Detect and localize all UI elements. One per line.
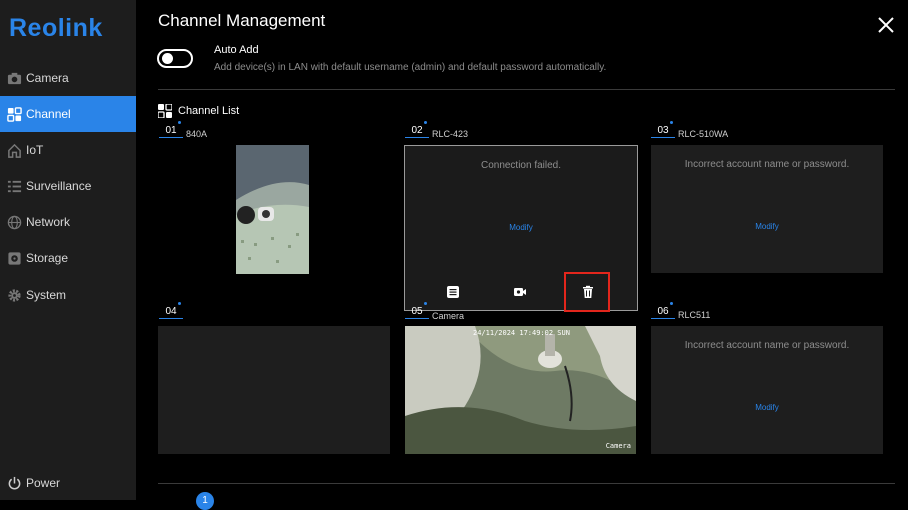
- feed-timestamp: 24/11/2024 17:49:02 SUN: [473, 329, 570, 337]
- grid-icon: [6, 106, 22, 122]
- channel-number: 04: [159, 302, 183, 319]
- tile-status-message: Incorrect account name or password.: [684, 159, 850, 170]
- channel-number: 03: [651, 121, 675, 138]
- sidebar-item-label: Network: [26, 215, 71, 229]
- sidebar-item-label: Surveillance: [26, 179, 92, 193]
- video-settings-button[interactable]: [511, 283, 529, 301]
- toggle-knob: [162, 53, 173, 64]
- tile-status-message: Incorrect account name or password.: [684, 340, 850, 351]
- auto-add-label: Auto Add: [214, 44, 259, 56]
- details-icon: [447, 286, 459, 298]
- home-icon: [6, 142, 22, 158]
- sidebar-item-camera[interactable]: Camera: [0, 60, 136, 96]
- channel-list-title: Channel List: [178, 105, 240, 117]
- channel-tile-06[interactable]: Incorrect account name or password. Modi…: [651, 326, 883, 454]
- channel-tile-01[interactable]: [236, 145, 309, 274]
- channel-name: RLC511: [678, 310, 711, 320]
- channel-number: 02: [405, 121, 429, 138]
- reolink-logo: Reolink: [9, 14, 103, 42]
- channel-number: 01: [159, 121, 183, 138]
- channel-tile-05[interactable]: 24/11/2024 17:49:02 SUN Camera: [405, 326, 636, 454]
- channel-list-heading: Channel List: [158, 104, 239, 118]
- details-button[interactable]: [444, 283, 462, 301]
- delete-highlight-box: [564, 272, 610, 312]
- sidebar: Reolink Camera Channel IoT Surveillance …: [0, 0, 136, 500]
- modify-link[interactable]: Modify: [651, 403, 883, 412]
- channel-name: Camera: [432, 311, 465, 321]
- sidebar-item-network[interactable]: Network: [0, 204, 136, 240]
- power-icon: [6, 475, 22, 491]
- video-icon: [514, 288, 526, 296]
- camera-feed-image: [405, 326, 636, 454]
- sidebar-item-label: Camera: [26, 71, 69, 85]
- camera-feed-image: [236, 145, 309, 274]
- auto-add-toggle[interactable]: [157, 49, 193, 68]
- channel-name: RLC-510WA: [678, 129, 729, 139]
- channel-tile-03[interactable]: Incorrect account name or password. Modi…: [651, 145, 883, 273]
- sidebar-item-label: IoT: [26, 143, 44, 157]
- sidebar-item-system[interactable]: System: [0, 277, 136, 313]
- sidebar-item-label: System: [26, 288, 67, 302]
- channel-number: 05: [405, 302, 429, 319]
- close-icon: [878, 17, 894, 33]
- modify-link[interactable]: Modify: [405, 223, 637, 232]
- sidebar-item-storage[interactable]: Storage: [0, 240, 136, 276]
- channel-name: 840A: [186, 129, 208, 139]
- feed-camera-label: Camera: [605, 442, 631, 450]
- gear-icon: [6, 287, 22, 303]
- sidebar-item-label: Storage: [26, 251, 69, 265]
- storage-icon: [6, 250, 22, 266]
- channel-management-panel: Channel Management Auto Add Add device(s…: [136, 0, 908, 510]
- auto-add-description: Add device(s) in LAN with default userna…: [214, 62, 607, 73]
- page-1-button[interactable]: 1: [196, 492, 214, 510]
- channel-name: RLC-423: [432, 129, 469, 139]
- modify-link[interactable]: Modify: [651, 222, 883, 231]
- camera-icon: [6, 70, 22, 86]
- list-icon: [6, 178, 22, 194]
- power-button[interactable]: Power: [0, 465, 136, 501]
- channel-tile-04[interactable]: [158, 326, 390, 454]
- tile-status-message: Connection failed.: [480, 160, 562, 171]
- divider: [158, 89, 895, 90]
- sidebar-item-channel[interactable]: Channel: [0, 96, 136, 132]
- sidebar-item-label: Channel: [26, 107, 71, 121]
- divider: [158, 483, 895, 484]
- grid-icon: [158, 104, 172, 118]
- channel-number: 06: [651, 302, 675, 319]
- globe-icon: [6, 214, 22, 230]
- close-button[interactable]: [876, 15, 896, 35]
- sidebar-item-surveillance[interactable]: Surveillance: [0, 168, 136, 204]
- page-title: Channel Management: [158, 11, 326, 30]
- sidebar-item-iot[interactable]: IoT: [0, 132, 136, 168]
- power-label: Power: [26, 476, 61, 490]
